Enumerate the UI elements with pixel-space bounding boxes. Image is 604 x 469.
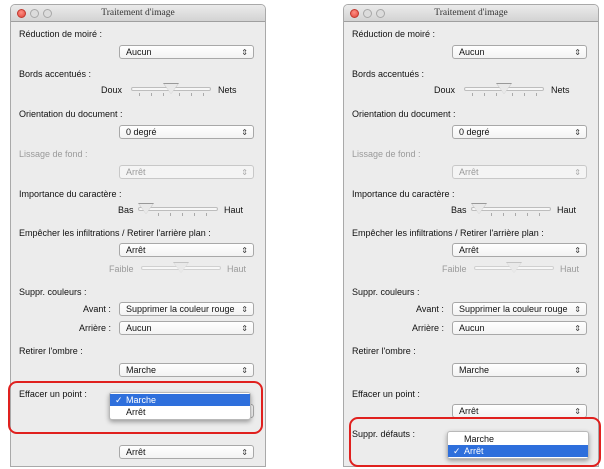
up-down-arrows-icon: ⇕ bbox=[241, 305, 248, 314]
title-bar: Traitement d'image bbox=[344, 5, 598, 22]
infiltrations-label: Empêcher les infiltrations / Retirer l'a… bbox=[19, 228, 211, 238]
infiltrations-label: Empêcher les infiltrations / Retirer l'a… bbox=[352, 228, 544, 238]
lissage-label: Lissage de fond : bbox=[19, 149, 88, 159]
faible-label: Faible bbox=[109, 264, 134, 274]
doux-label: Doux bbox=[434, 85, 456, 95]
infiltration-level-slider bbox=[474, 262, 554, 275]
up-down-arrows-icon: ⇕ bbox=[241, 168, 248, 177]
title-bar: Traitement d'image bbox=[11, 5, 265, 22]
effacer-select[interactable]: Arrêt⇕ bbox=[452, 404, 587, 418]
ombre-select[interactable]: Marche ⇕ bbox=[119, 363, 254, 377]
up-down-arrows-icon: ⇕ bbox=[574, 366, 581, 375]
nets-label: Nets bbox=[551, 85, 570, 95]
effacer-label: Effacer un point : bbox=[352, 389, 420, 399]
highlight-box-effacer bbox=[8, 381, 263, 434]
up-down-arrows-icon: ⇕ bbox=[241, 128, 248, 137]
bords-slider[interactable] bbox=[464, 83, 544, 96]
doux-label: Doux bbox=[101, 85, 123, 95]
bas-label: Bas bbox=[118, 205, 134, 215]
up-down-arrows-icon: ⇕ bbox=[574, 246, 581, 255]
haut-label: Haut bbox=[227, 264, 247, 274]
importance-label: Importance du caractère : bbox=[19, 189, 122, 199]
infiltrations-select[interactable]: Arrêt ⇕ bbox=[452, 243, 587, 257]
bords-slider[interactable] bbox=[131, 83, 211, 96]
arriere-label: Arrière : bbox=[79, 323, 112, 333]
orientation-select[interactable]: 0 degré ⇕ bbox=[119, 125, 254, 139]
importance-slider[interactable] bbox=[471, 203, 551, 216]
orientation-label: Orientation du document : bbox=[19, 109, 123, 119]
up-down-arrows-icon: ⇕ bbox=[241, 366, 248, 375]
importance-label: Importance du caractère : bbox=[352, 189, 455, 199]
orientation-select[interactable]: 0 degré ⇕ bbox=[452, 125, 587, 139]
lissage-label: Lissage de fond : bbox=[352, 149, 421, 159]
up-down-arrows-icon: ⇕ bbox=[574, 324, 581, 333]
infiltration-level-slider bbox=[141, 262, 221, 275]
up-down-arrows-icon: ⇕ bbox=[574, 128, 581, 137]
arriere-select[interactable]: Aucun ⇕ bbox=[119, 321, 254, 335]
bords-label: Bords accentués : bbox=[352, 69, 425, 79]
suppr-couleurs-label: Suppr. couleurs : bbox=[352, 287, 420, 297]
moire-label: Réduction de moiré : bbox=[352, 29, 436, 39]
infiltrations-select[interactable]: Arrêt ⇕ bbox=[119, 243, 254, 257]
nets-label: Nets bbox=[218, 85, 237, 95]
image-processing-window-right: Traitement d'image Réduction de moiré : … bbox=[343, 4, 599, 467]
up-down-arrows-icon: ⇕ bbox=[241, 448, 248, 457]
ombre-label: Retirer l'ombre : bbox=[352, 346, 416, 356]
ombre-label: Retirer l'ombre : bbox=[19, 346, 83, 356]
up-down-arrows-icon: ⇕ bbox=[241, 324, 248, 333]
highlight-box-defauts bbox=[349, 417, 601, 467]
moire-label: Réduction de moiré : bbox=[19, 29, 103, 39]
haut-label: Haut bbox=[224, 205, 244, 215]
moire-select[interactable]: Aucun ⇕ bbox=[119, 45, 254, 59]
bas-label: Bas bbox=[451, 205, 467, 215]
suppr-couleurs-label: Suppr. couleurs : bbox=[19, 287, 87, 297]
bords-label: Bords accentués : bbox=[19, 69, 92, 79]
arriere-label: Arrière : bbox=[412, 323, 445, 333]
avant-label: Avant : bbox=[416, 304, 444, 314]
orientation-label: Orientation du document : bbox=[352, 109, 456, 119]
haut-label: Haut bbox=[560, 264, 580, 274]
faible-label: Faible bbox=[442, 264, 467, 274]
up-down-arrows-icon: ⇕ bbox=[241, 48, 248, 57]
up-down-arrows-icon: ⇕ bbox=[574, 305, 581, 314]
lissage-select: Arrêt ⇕ bbox=[452, 165, 587, 179]
avant-select[interactable]: Supprimer la couleur rouge ⇕ bbox=[119, 302, 254, 316]
haut-label: Haut bbox=[557, 205, 577, 215]
arriere-select[interactable]: Aucun ⇕ bbox=[452, 321, 587, 335]
importance-slider[interactable] bbox=[138, 203, 218, 216]
up-down-arrows-icon: ⇕ bbox=[574, 48, 581, 57]
avant-select[interactable]: Supprimer la couleur rouge ⇕ bbox=[452, 302, 587, 316]
window-title: Traitement d'image bbox=[434, 8, 508, 18]
lissage-select: Arrêt ⇕ bbox=[119, 165, 254, 179]
ombre-select[interactable]: Marche ⇕ bbox=[452, 363, 587, 377]
moire-select[interactable]: Aucun ⇕ bbox=[452, 45, 587, 59]
up-down-arrows-icon: ⇕ bbox=[574, 168, 581, 177]
up-down-arrows-icon: ⇕ bbox=[241, 246, 248, 255]
defauts-select[interactable]: Arrêt⇕ bbox=[119, 445, 254, 459]
avant-label: Avant : bbox=[83, 304, 111, 314]
window-title: Traitement d'image bbox=[101, 8, 175, 18]
